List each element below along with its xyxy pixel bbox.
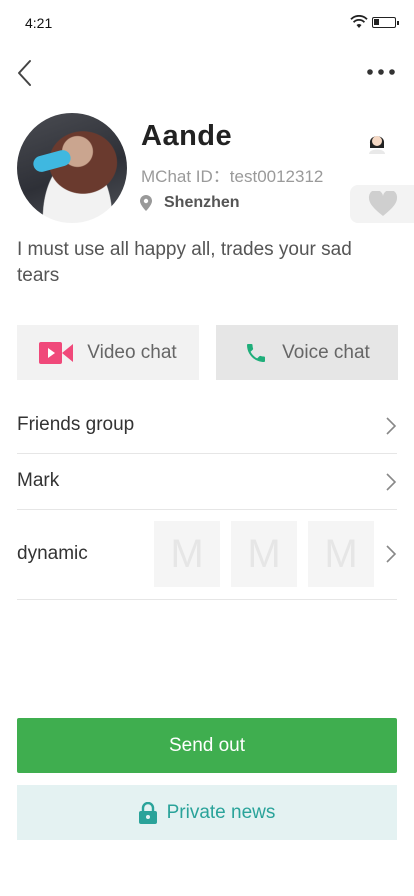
female-avatar-icon xyxy=(369,136,385,154)
friends-group-row[interactable]: Friends group xyxy=(17,398,397,454)
friends-group-label: Friends group xyxy=(17,414,135,435)
status-bar: 4:21 xyxy=(0,0,414,44)
back-icon[interactable] xyxy=(14,58,36,88)
location-text: Shenzhen xyxy=(164,194,240,211)
phone-icon xyxy=(247,343,266,362)
mark-label: Mark xyxy=(17,470,60,491)
dynamic-label: dynamic xyxy=(17,543,88,564)
dynamic-thumbnail[interactable]: M xyxy=(154,521,220,587)
more-icon[interactable] xyxy=(365,66,397,78)
chevron-right-icon xyxy=(386,417,397,435)
voice-chat-button[interactable]: Voice chat xyxy=(216,325,398,380)
send-out-label: Send out xyxy=(168,734,246,756)
like-button[interactable] xyxy=(350,185,414,223)
video-chat-button[interactable]: Video chat xyxy=(17,325,199,380)
battery-icon xyxy=(372,17,399,28)
dynamic-row[interactable]: dynamic M M M xyxy=(17,510,397,600)
mark-row[interactable]: Mark xyxy=(17,454,397,510)
voice-chat-label: Voice chat xyxy=(282,341,370,363)
private-news-label: Private news xyxy=(166,801,276,823)
video-camera-icon xyxy=(39,341,74,364)
avatar-photo-detail xyxy=(31,148,73,174)
heart-icon xyxy=(368,191,398,216)
profile-name: Aande xyxy=(141,120,233,152)
status-time: 4:21 xyxy=(25,15,53,31)
private-news-button[interactable]: Private news xyxy=(17,785,397,840)
lock-icon xyxy=(138,801,157,824)
avatar[interactable] xyxy=(17,113,127,223)
video-chat-label: Video chat xyxy=(87,341,177,363)
location-pin-icon xyxy=(140,195,152,211)
chevron-right-icon xyxy=(386,545,397,563)
profile-signature: I must use all happy all, trades your sa… xyxy=(17,239,352,286)
wifi-icon xyxy=(350,15,368,28)
dynamic-thumbnail[interactable]: M xyxy=(308,521,374,587)
dynamic-thumbnail[interactable]: M xyxy=(231,521,297,587)
mchat-id: MChat ID：test0012312 xyxy=(141,167,324,186)
send-out-button[interactable]: Send out xyxy=(17,718,397,773)
chevron-right-icon xyxy=(386,473,397,491)
